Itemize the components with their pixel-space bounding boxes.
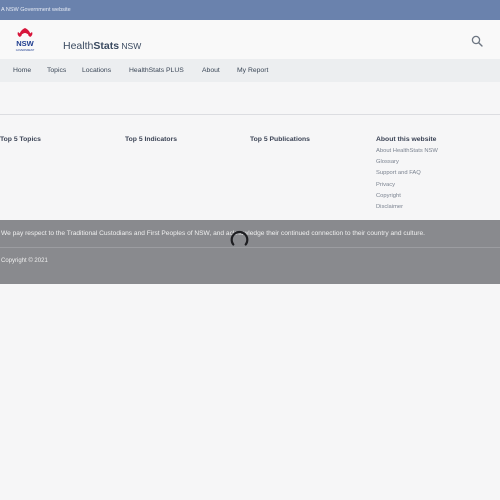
acknowledgement-text: We pay respect to the Traditional Custod…	[1, 230, 425, 237]
acknowledgement-band: We pay respect to the Traditional Custod…	[0, 220, 500, 247]
footer-link-disclaimer[interactable]: Disclaimer	[376, 202, 438, 213]
logo-wordmark: NSW	[16, 39, 34, 48]
copyright-text: Copyright © 2021	[1, 258, 48, 264]
footer-heading-top-topics: Top 5 Topics	[0, 136, 41, 143]
masthead: NSW GOVERNMENT HealthStats NSW	[0, 20, 500, 59]
site-title-bold: Stats	[93, 40, 120, 52]
footer-link-copyright[interactable]: Copyright	[376, 191, 438, 202]
main-navigation: Home Topics Locations HealthStats PLUS A…	[0, 59, 500, 82]
government-banner: A NSW Government website	[0, 0, 500, 20]
footer-link-support[interactable]: Support and FAQ	[376, 168, 438, 179]
nav-my-report[interactable]: My Report	[237, 67, 268, 74]
site-title[interactable]: HealthStats NSW	[63, 40, 141, 52]
page-background	[0, 284, 500, 500]
footer-heading-about: About this website	[376, 136, 437, 143]
copyright-band: Copyright © 2021	[0, 247, 500, 285]
nav-topics[interactable]: Topics	[47, 67, 66, 74]
logo-subtext: GOVERNMENT	[16, 48, 35, 52]
main-content	[0, 82, 500, 114]
loading-spinner-icon	[230, 230, 249, 246]
nav-healthstats-plus[interactable]: HealthStats PLUS	[129, 67, 184, 74]
site-title-light: Health	[63, 40, 94, 52]
government-banner-text: A NSW Government website	[1, 7, 71, 13]
nav-about[interactable]: About	[202, 67, 220, 74]
footer-heading-top-publications: Top 5 Publications	[250, 136, 310, 143]
nsw-government-logo[interactable]: NSW GOVERNMENT	[13, 27, 37, 53]
footer-heading-top-indicators: Top 5 Indicators	[125, 136, 177, 143]
footer-link-about[interactable]: About HealthStats NSW	[376, 146, 438, 157]
nav-locations[interactable]: Locations	[82, 67, 111, 74]
footer-links: Top 5 Topics Top 5 Indicators Top 5 Publ…	[0, 114, 500, 221]
footer-link-privacy[interactable]: Privacy	[376, 180, 438, 191]
footer-link-glossary[interactable]: Glossary	[376, 157, 438, 168]
about-links-list: About HealthStats NSW Glossary Support a…	[376, 146, 438, 213]
waratah-flower-icon	[17, 28, 33, 37]
search-icon[interactable]	[471, 35, 483, 47]
site-title-suffix: NSW	[119, 41, 142, 51]
nav-home[interactable]: Home	[13, 67, 31, 74]
